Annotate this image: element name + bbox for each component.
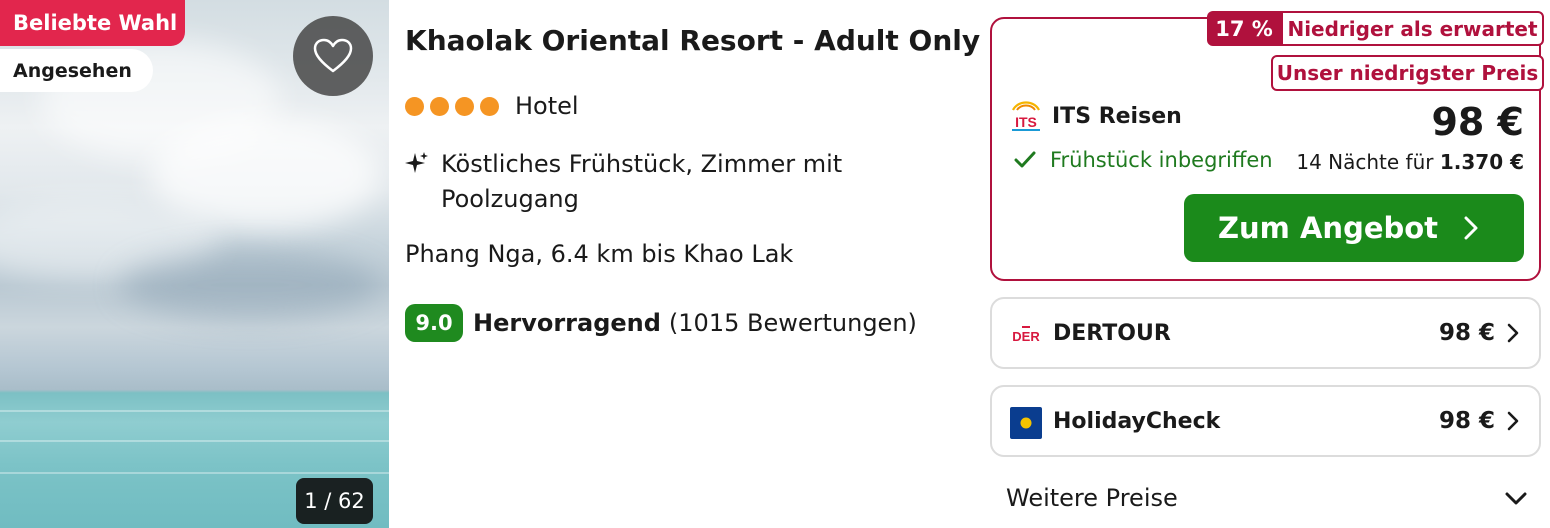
- nights-prefix: 14 Nächte für: [1296, 150, 1434, 174]
- offer-price: 98 €: [1438, 408, 1495, 434]
- wave-decoration: [0, 410, 389, 412]
- more-prices-toggle[interactable]: Weitere Preise: [1006, 484, 1178, 512]
- nights-total-price: 1.370 €: [1439, 150, 1524, 174]
- heart-icon: [313, 38, 353, 73]
- offer-row-holidaycheck[interactable]: HolidayCheck 98 €: [990, 385, 1541, 457]
- rating-score: 9.0: [405, 304, 463, 342]
- rating-word: Hervorragend: [473, 309, 661, 337]
- lower-than-expected-badge: Niedriger als erwartet: [1281, 11, 1544, 46]
- rating-count: (1015 Bewertungen): [668, 309, 917, 337]
- star-dot-icon: [405, 96, 424, 116]
- lowest-price-badge: Unser niedrigster Preis: [1271, 55, 1544, 91]
- popular-badge: Beliebte Wahl: [0, 0, 185, 46]
- hotel-location: Phang Nga, 6.4 km bis Khao Lak: [405, 240, 794, 268]
- svg-text:ITS: ITS: [1015, 114, 1037, 130]
- chevron-right-icon: [1464, 216, 1478, 240]
- image-counter: 1 / 62: [296, 478, 373, 524]
- hotel-title[interactable]: Khaolak Oriental Resort - Adult Only: [405, 24, 980, 57]
- checkmark-icon: [1014, 151, 1036, 168]
- wave-decoration: [0, 472, 389, 474]
- hotel-stars: Hotel: [405, 92, 579, 120]
- main-offer-provider: ITS Reisen: [1052, 104, 1182, 129]
- chevron-right-icon: [1507, 323, 1519, 343]
- dertour-logo-icon: DER: [1012, 326, 1040, 344]
- offer-price: 98 €: [1438, 320, 1495, 346]
- offer-provider: DERTOUR: [1053, 321, 1171, 346]
- star-dot-icon: [430, 96, 449, 116]
- nights-total: 14 Nächte für 1.370 €: [1290, 150, 1524, 174]
- chevron-right-icon: [1507, 411, 1519, 431]
- star-dot-icon: [480, 96, 499, 116]
- offer-row-dertour[interactable]: DER DERTOUR 98 €: [990, 297, 1541, 369]
- holidaycheck-logo-icon: [1010, 407, 1042, 439]
- cloud-decoration: [120, 250, 380, 320]
- breakfast-label: Frühstück inbegriffen: [1050, 148, 1273, 172]
- seen-badge: Angesehen: [0, 49, 153, 92]
- chevron-down-icon[interactable]: [1505, 492, 1527, 506]
- favorite-button[interactable]: [293, 16, 373, 96]
- hotel-feature: Köstliches Frühstück, Zimmer mit Poolzug…: [405, 147, 911, 217]
- hotel-type: Hotel: [515, 92, 579, 120]
- to-offer-label: Zum Angebot: [1218, 211, 1439, 245]
- main-offer-price: 98 €: [1431, 100, 1524, 144]
- discount-percent-badge: 17 %: [1207, 11, 1281, 46]
- wave-decoration: [0, 440, 389, 442]
- its-logo-icon: ITS: [1012, 101, 1040, 131]
- breakfast-included: Frühstück inbegriffen: [1014, 148, 1273, 172]
- svg-text:DER: DER: [1012, 329, 1040, 344]
- star-dot-icon: [455, 96, 474, 116]
- to-offer-button[interactable]: Zum Angebot: [1184, 194, 1524, 262]
- offer-provider: HolidayCheck: [1053, 409, 1221, 434]
- sparkle-icon: [405, 152, 428, 173]
- feature-text: Köstliches Frühstück, Zimmer mit Poolzug…: [441, 150, 843, 213]
- hotel-rating[interactable]: 9.0 Hervorragend (1015 Bewertungen): [405, 304, 917, 342]
